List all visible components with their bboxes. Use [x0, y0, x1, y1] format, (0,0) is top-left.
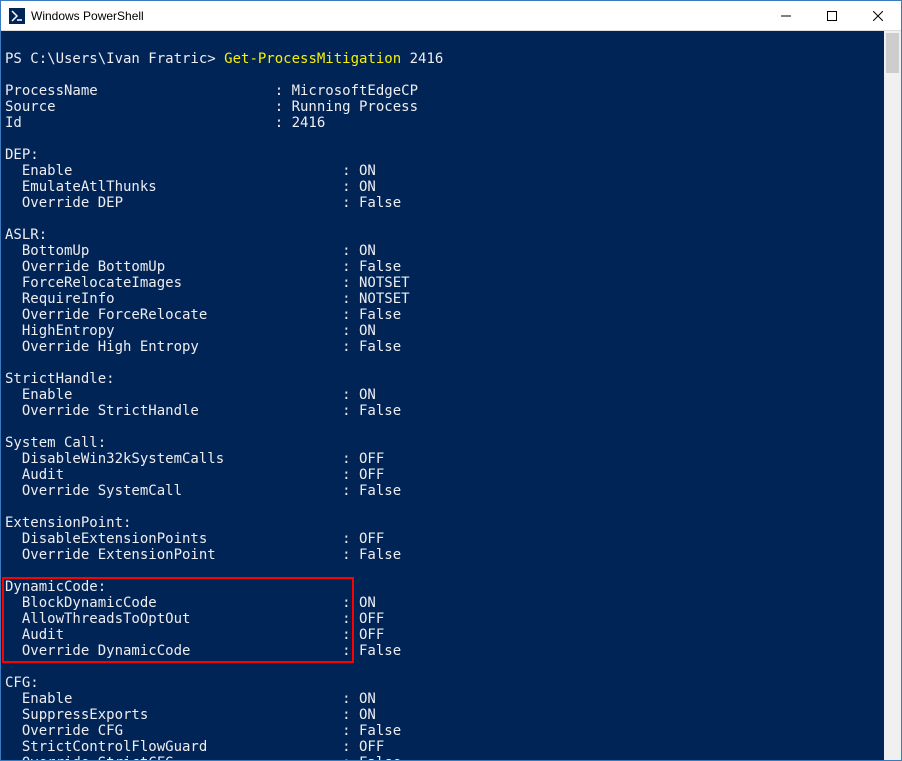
close-button[interactable] — [855, 1, 901, 30]
terminal-line: Override StrictHandle : False — [5, 403, 884, 419]
terminal-line: Enable : ON — [5, 691, 884, 707]
terminal-line — [5, 659, 884, 675]
terminal-line: DEP: — [5, 147, 884, 163]
terminal-line: Override DynamicCode : False — [5, 643, 884, 659]
terminal-line: EmulateAtlThunks : ON — [5, 179, 884, 195]
terminal-line: System Call: — [5, 435, 884, 451]
terminal-line: Override ForceRelocate : False — [5, 307, 884, 323]
terminal-line: Source : Running Process — [5, 99, 884, 115]
terminal-line: ProcessName : MicrosoftEdgeCP — [5, 83, 884, 99]
terminal-line: Override ExtensionPoint : False — [5, 547, 884, 563]
powershell-window: Windows PowerShell PS C:\Users\Ivan Frat… — [0, 0, 902, 761]
terminal-line: Override SystemCall : False — [5, 483, 884, 499]
terminal-line — [5, 131, 884, 147]
terminal-line: Audit : OFF — [5, 467, 884, 483]
terminal-line: PS C:\Users\Ivan Fratric> Get-ProcessMit… — [5, 51, 884, 67]
scrollbar-thumb[interactable] — [886, 33, 899, 73]
terminal-line: Override High Entropy : False — [5, 339, 884, 355]
terminal-line: Enable : ON — [5, 387, 884, 403]
terminal-line — [5, 67, 884, 83]
terminal-line: ExtensionPoint: — [5, 515, 884, 531]
window-controls — [763, 1, 901, 30]
terminal-line: CFG: — [5, 675, 884, 691]
minimize-button[interactable] — [763, 1, 809, 30]
terminal-line: DisableExtensionPoints : OFF — [5, 531, 884, 547]
titlebar[interactable]: Windows PowerShell — [1, 1, 901, 31]
terminal-line — [5, 355, 884, 371]
terminal-line: DynamicCode: — [5, 579, 884, 595]
terminal-line: BlockDynamicCode : ON — [5, 595, 884, 611]
terminal-line — [5, 563, 884, 579]
terminal-line: Override CFG : False — [5, 723, 884, 739]
terminal-line — [5, 419, 884, 435]
maximize-button[interactable] — [809, 1, 855, 30]
content-area: PS C:\Users\Ivan Fratric> Get-ProcessMit… — [1, 31, 901, 760]
vertical-scrollbar[interactable] — [884, 31, 901, 760]
powershell-icon — [9, 8, 25, 24]
terminal-line: ForceRelocateImages : NOTSET — [5, 275, 884, 291]
terminal-line: HighEntropy : ON — [5, 323, 884, 339]
terminal-line — [5, 35, 884, 51]
terminal-line: Override StrictCFG : False — [5, 755, 884, 760]
terminal-line — [5, 499, 884, 515]
terminal-output[interactable]: PS C:\Users\Ivan Fratric> Get-ProcessMit… — [1, 31, 884, 760]
terminal-line: DisableWin32kSystemCalls : OFF — [5, 451, 884, 467]
terminal-line: ASLR: — [5, 227, 884, 243]
terminal-line — [5, 211, 884, 227]
window-title: Windows PowerShell — [31, 9, 763, 23]
terminal-line: BottomUp : ON — [5, 243, 884, 259]
terminal-line: Audit : OFF — [5, 627, 884, 643]
terminal-line: SuppressExports : ON — [5, 707, 884, 723]
terminal-line: StrictControlFlowGuard : OFF — [5, 739, 884, 755]
terminal-line: AllowThreadsToOptOut : OFF — [5, 611, 884, 627]
terminal-line: Override DEP : False — [5, 195, 884, 211]
terminal-line: Override BottomUp : False — [5, 259, 884, 275]
terminal-line: RequireInfo : NOTSET — [5, 291, 884, 307]
terminal-line: StrictHandle: — [5, 371, 884, 387]
terminal-line: Enable : ON — [5, 163, 884, 179]
terminal-line: Id : 2416 — [5, 115, 884, 131]
